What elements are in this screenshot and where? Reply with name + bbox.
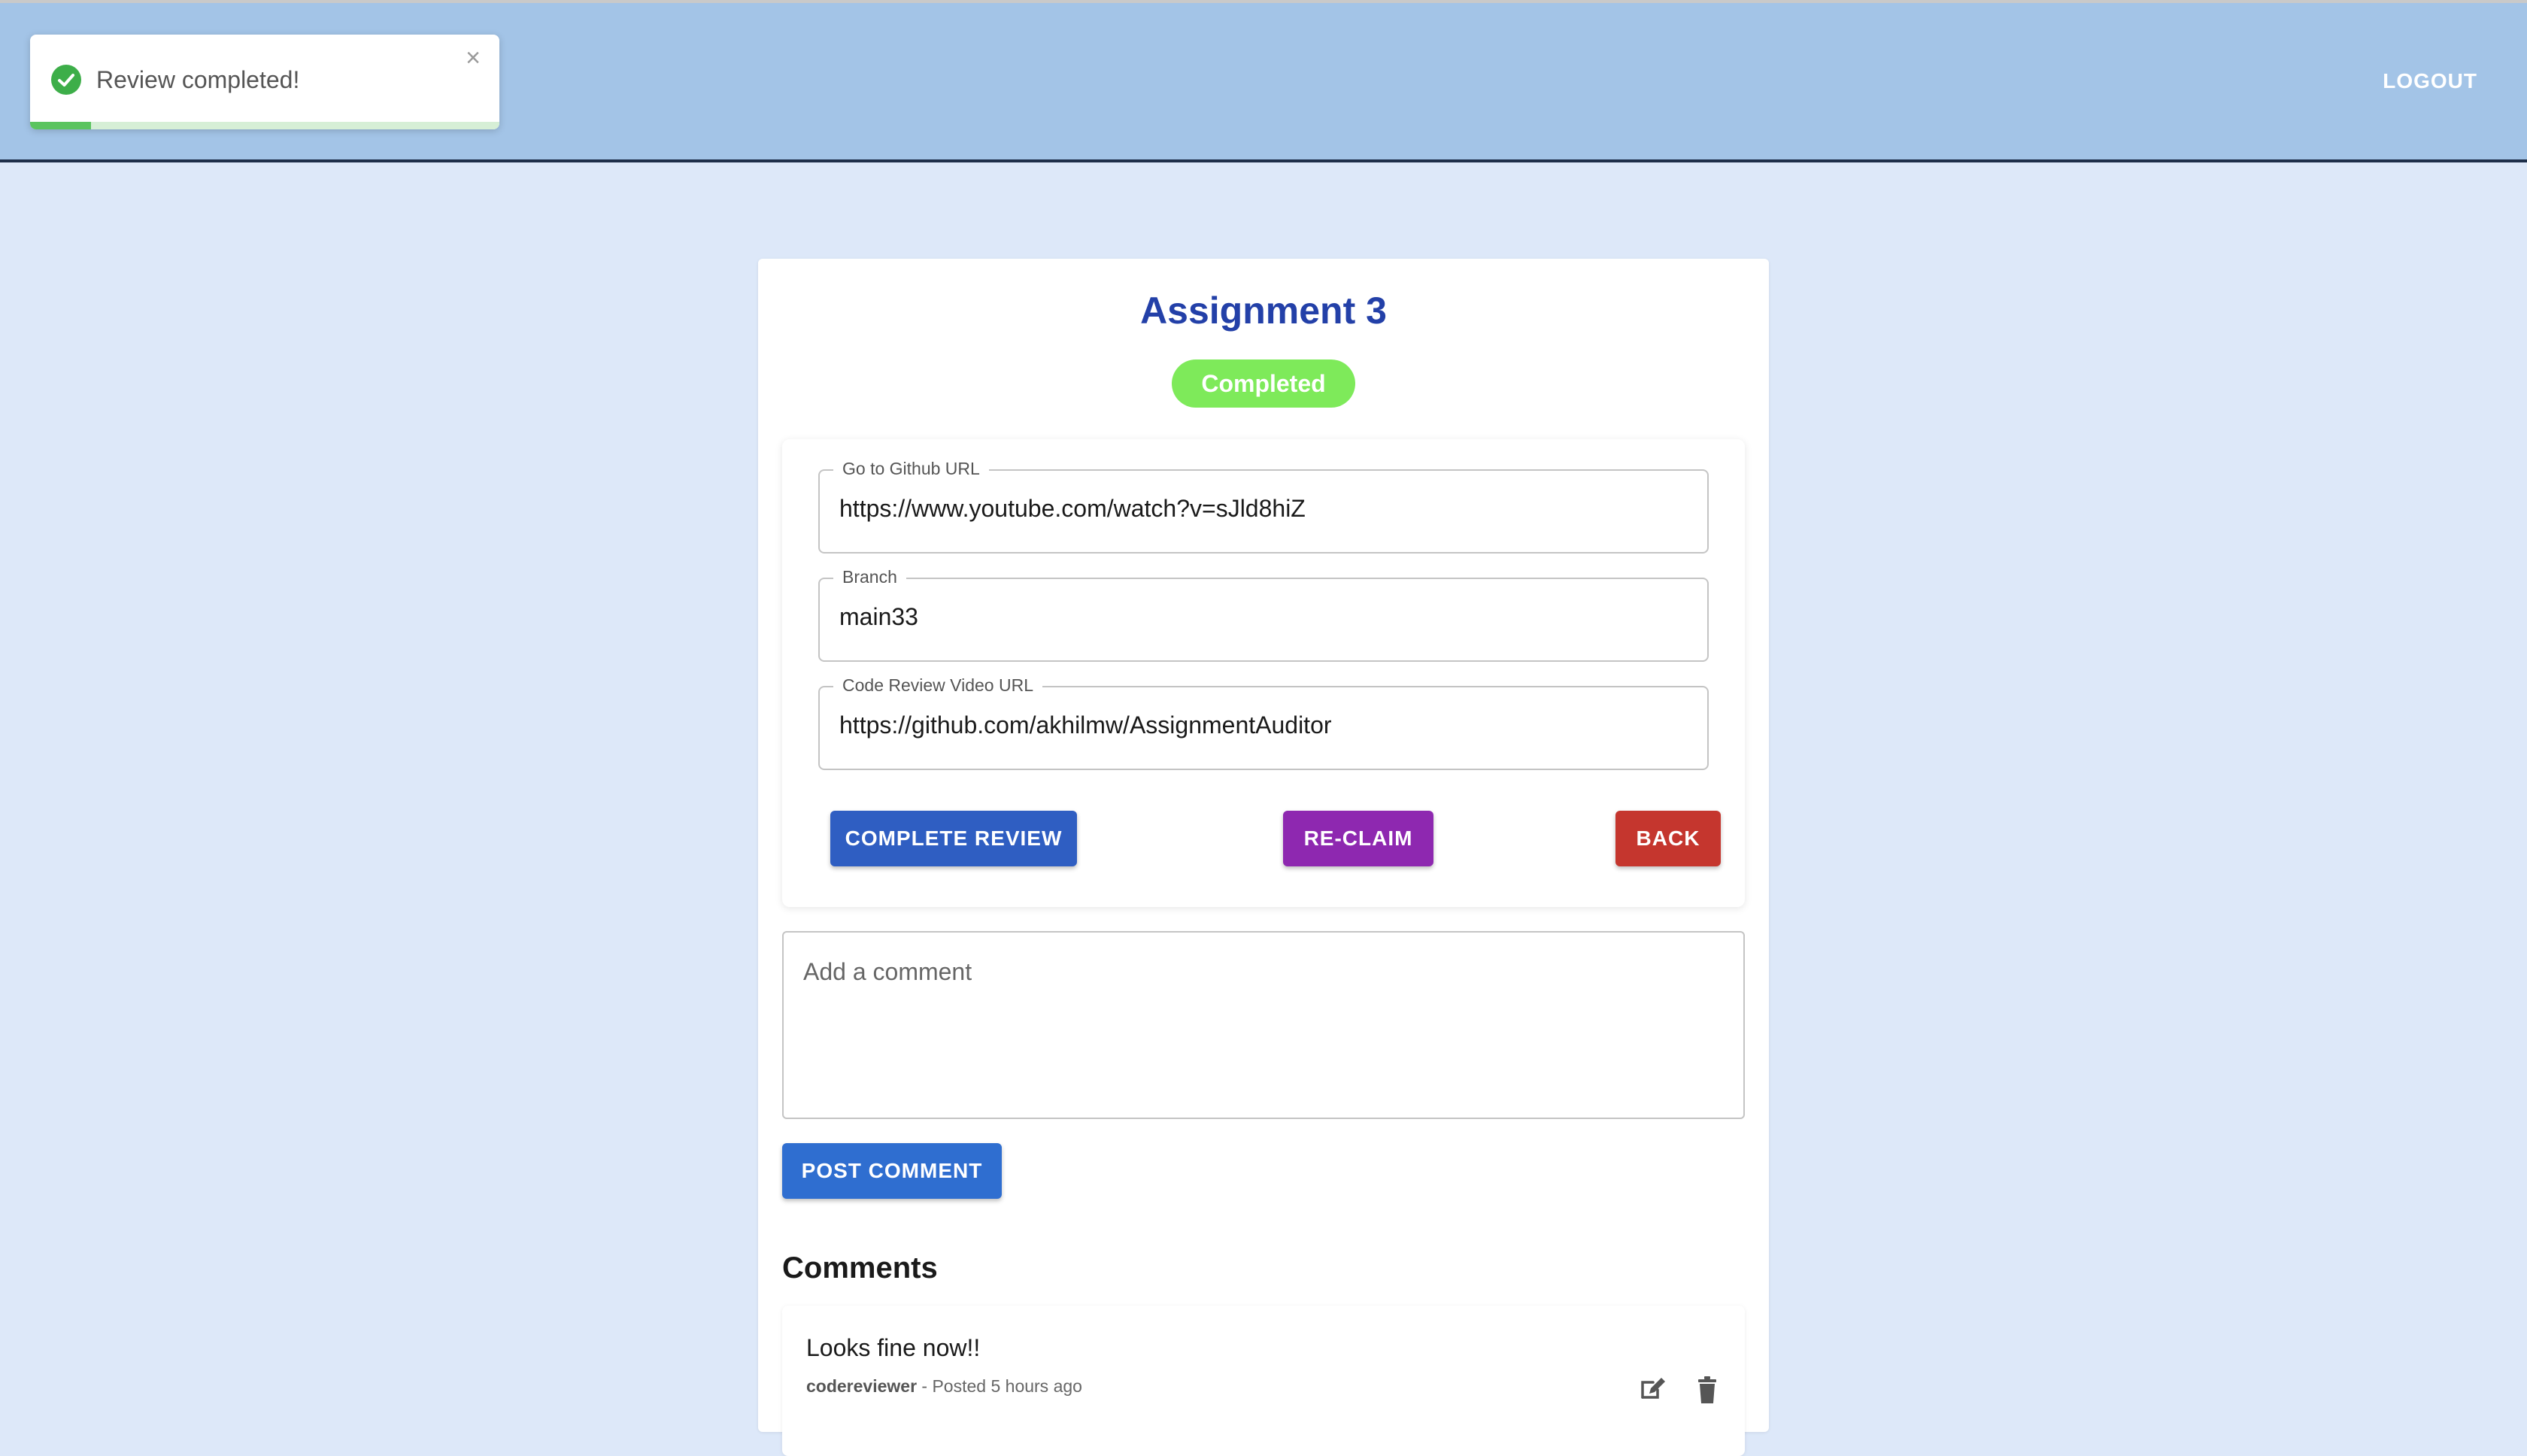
code-review-video-url-label: Code Review Video URL [833,675,1042,696]
success-toast: Review completed! × [30,35,499,129]
edit-icon[interactable] [1638,1375,1668,1405]
github-url-label: Go to Github URL [833,459,989,479]
github-url-input[interactable] [839,495,1689,523]
trash-icon[interactable] [1692,1375,1722,1405]
comment-item: Looks fine now!! codereviewer - Posted 5… [782,1306,1745,1456]
github-url-field: Go to Github URL [818,459,1709,554]
comment-timestamp: - Posted 5 hours ago [917,1376,1082,1396]
assignment-card: Assignment 3 Completed Go to Github URL … [758,259,1769,1456]
branch-label: Branch [833,567,906,587]
assignment-details-panel: Go to Github URL Branch Code Review Vide… [782,439,1745,907]
toast-progress-track [30,122,499,129]
branch-input[interactable] [839,603,1689,631]
complete-review-button[interactable]: COMPLETE REVIEW [830,811,1077,866]
comments-heading: Comments [782,1251,938,1285]
comment-input[interactable] [782,931,1745,1119]
toast-progress-bar [30,122,92,129]
status-badge: Completed [1172,359,1355,408]
back-button[interactable]: BACK [1615,811,1721,866]
close-icon[interactable]: × [460,45,486,71]
code-review-video-url-field: Code Review Video URL [818,675,1709,770]
page-title: Assignment 3 [1140,290,1387,332]
comment-meta: codereviewer - Posted 5 hours ago [806,1376,1082,1397]
branch-field: Branch [818,567,1709,662]
post-comment-button[interactable]: POST COMMENT [782,1143,1002,1199]
check-circle-icon [51,65,81,95]
comment-actions [1617,1375,1722,1409]
code-review-video-url-input[interactable] [839,711,1689,739]
logout-button[interactable]: LOGOUT [2383,69,2477,93]
comment-author: codereviewer [806,1376,918,1396]
reclaim-button[interactable]: RE-CLAIM [1283,811,1433,866]
toast-message: Review completed! [96,66,300,93]
comment-text: Looks fine now!! [806,1334,981,1361]
